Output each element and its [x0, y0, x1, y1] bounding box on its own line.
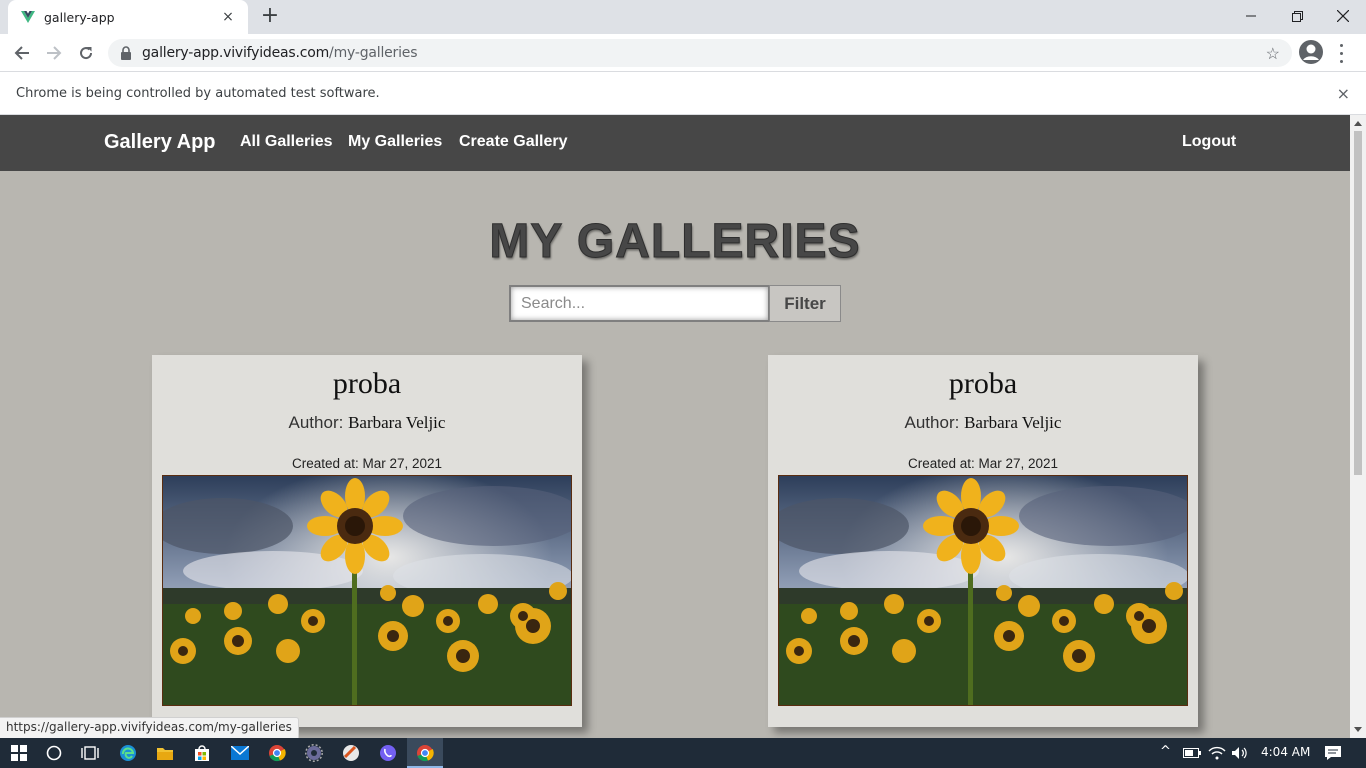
author-label: Author:	[288, 413, 344, 432]
store-icon[interactable]	[191, 742, 213, 764]
gallery-card: proba Author: Barbara Veljic Created at:…	[768, 355, 1198, 727]
scroll-down-arrow-icon[interactable]	[1354, 727, 1362, 732]
reload-icon[interactable]	[72, 39, 100, 67]
gallery-created-date: Created at: Mar 27, 2021	[291, 456, 443, 471]
gallery-author: Author: Barbara Veljic	[152, 413, 582, 433]
new-tab-button[interactable]: +	[258, 5, 282, 29]
viber-icon[interactable]	[377, 742, 399, 764]
url-host: gallery-app.vivifyideas.com	[142, 45, 330, 61]
search-form: Filter	[509, 285, 841, 322]
nav-all-galleries[interactable]: All Galleries	[240, 133, 333, 151]
search-input[interactable]	[509, 285, 770, 322]
nav-my-galleries[interactable]: My Galleries	[348, 133, 442, 151]
page-title: MY GALLERIES	[489, 215, 861, 269]
bookmark-star-icon[interactable]: ☆	[1266, 44, 1280, 64]
gallery-created-date: Created at: Mar 27, 2021	[907, 456, 1059, 471]
profile-avatar-icon[interactable]	[1298, 39, 1324, 65]
gallery-author: Author: Barbara Veljic	[768, 413, 1198, 433]
app-navbar: Gallery App All Galleries My Galleries C…	[0, 115, 1350, 171]
author-name-link[interactable]: Barbara Veljic	[964, 413, 1061, 432]
page-viewport: Gallery App All Galleries My Galleries C…	[0, 115, 1350, 738]
lock-icon	[120, 46, 132, 60]
infobar-text: Chrome is being controlled by automated …	[16, 85, 380, 101]
mail-icon[interactable]	[229, 742, 251, 764]
author-label: Author:	[904, 413, 960, 432]
nav-create-gallery[interactable]: Create Gallery	[459, 133, 568, 151]
tab-title: gallery-app	[44, 9, 115, 25]
restore-icon[interactable]	[1274, 0, 1320, 32]
battery-icon[interactable]	[1181, 742, 1203, 764]
tray-chevron-up-icon[interactable]: ^	[1160, 744, 1171, 759]
browser-toolbar: gallery-app.vivifyideas.com/my-galleries…	[0, 34, 1366, 71]
browser-tab[interactable]: gallery-app ×	[8, 0, 248, 34]
browser-menu-icon[interactable]	[1334, 41, 1348, 65]
automation-infobar: Chrome is being controlled by automated …	[0, 71, 1366, 115]
gallery-cover-image[interactable]	[162, 475, 572, 706]
url-path: /my-galleries	[329, 45, 418, 61]
edge-browser-icon[interactable]	[117, 742, 139, 764]
url-text: gallery-app.vivifyideas.com/my-galleries	[142, 45, 418, 61]
nav-logout[interactable]: Logout	[1182, 133, 1236, 151]
scroll-thumb[interactable]	[1354, 131, 1362, 475]
status-bar-url: https://gallery-app.vivifyideas.com/my-g…	[0, 717, 299, 738]
gallery-cover-image[interactable]	[778, 475, 1188, 706]
action-center-icon[interactable]	[1322, 742, 1344, 764]
close-window-icon[interactable]	[1320, 0, 1366, 32]
brand-link[interactable]: Gallery App	[104, 131, 216, 154]
windows-taskbar: ^ 4:04 AM	[0, 738, 1366, 768]
tab-strip: gallery-app × +	[0, 0, 1366, 34]
taskbar-clock[interactable]: 4:04 AM	[1261, 745, 1310, 759]
volume-icon[interactable]	[1229, 742, 1251, 764]
windows-start-icon[interactable]	[8, 742, 30, 764]
chrome-active-icon[interactable]	[414, 742, 436, 764]
address-bar[interactable]: gallery-app.vivifyideas.com/my-galleries…	[108, 39, 1292, 67]
gallery-title-link[interactable]: proba	[768, 367, 1198, 401]
file-explorer-icon[interactable]	[154, 742, 176, 764]
filter-button[interactable]: Filter	[769, 285, 841, 322]
vue-logo-icon	[20, 9, 36, 25]
author-name-link[interactable]: Barbara Veljic	[348, 413, 445, 432]
back-icon[interactable]	[8, 39, 36, 67]
infobar-close-icon[interactable]: ×	[1337, 84, 1350, 103]
minimize-icon[interactable]	[1228, 0, 1274, 32]
tab-close-icon[interactable]: ×	[220, 9, 236, 25]
page-scrollbar[interactable]	[1350, 115, 1366, 738]
gallery-card: proba Author: Barbara Veljic Created at:…	[152, 355, 582, 727]
chrome-icon[interactable]	[266, 742, 288, 764]
scroll-up-arrow-icon[interactable]	[1354, 121, 1362, 126]
gallery-title-link[interactable]: proba	[152, 367, 582, 401]
cortana-search-icon[interactable]	[43, 742, 65, 764]
wifi-icon[interactable]	[1206, 742, 1228, 764]
forward-icon[interactable]	[40, 39, 68, 67]
task-view-icon[interactable]	[79, 742, 101, 764]
settings-gear-icon[interactable]	[303, 742, 325, 764]
app-orange-icon[interactable]	[340, 742, 362, 764]
